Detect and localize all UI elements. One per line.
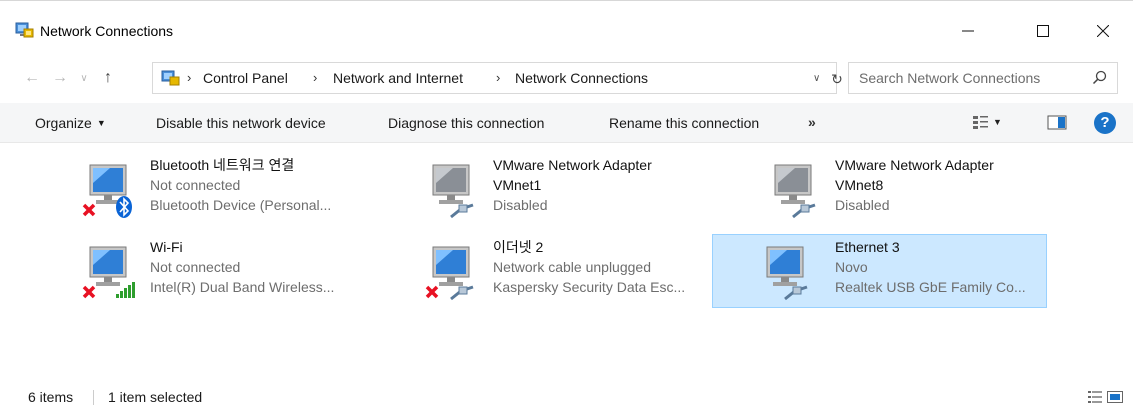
disconnected-x-icon xyxy=(425,285,439,299)
connection-device: Intel(R) Dual Band Wireless... xyxy=(150,279,335,295)
breadcrumb-separator-icon: › xyxy=(313,70,318,85)
up-arrow-icon[interactable]: ↑ xyxy=(96,66,120,90)
connection-name: VMware Network Adapter xyxy=(835,157,994,173)
connection-status: Not connected xyxy=(150,177,241,193)
search-input[interactable]: Search Network Connections xyxy=(859,70,1040,86)
more-commands-button[interactable]: » xyxy=(808,114,816,130)
network-cable-icon xyxy=(792,203,816,219)
network-adapter-icon xyxy=(78,243,138,303)
connection-name-line2: VMnet1 xyxy=(493,177,542,193)
rename-connection-button[interactable]: Rename this connection xyxy=(609,115,759,131)
selection-count: 1 item selected xyxy=(108,389,203,405)
connection-status: Disabled xyxy=(493,197,548,213)
connection-name: Bluetooth 네트워크 연결 xyxy=(150,157,295,173)
connection-item-vmnet8[interactable]: VMware Network Adapter VMnet8 Disabled xyxy=(755,153,1090,227)
connection-status: Not connected xyxy=(150,259,241,275)
maximize-button[interactable] xyxy=(1020,13,1066,49)
status-divider xyxy=(93,390,94,405)
command-bar: Organize ▼ Disable this network device Di… xyxy=(0,103,1133,143)
status-bar: 6 items 1 item selected xyxy=(0,387,1133,407)
network-adapter-icon xyxy=(421,243,481,303)
breadcrumb-network-connections[interactable]: Network Connections xyxy=(515,70,648,86)
connections-view: Bluetooth 네트워크 연결 Not connected Bluetoot… xyxy=(0,143,1133,383)
window-title: Network Connections xyxy=(40,23,174,39)
connection-status: Novo xyxy=(835,259,868,275)
network-cable-icon xyxy=(784,285,808,301)
help-icon[interactable]: ? xyxy=(1094,112,1116,134)
connection-device: Kaspersky Security Data Esc... xyxy=(493,279,686,295)
connection-status: Network cable unplugged xyxy=(493,259,651,275)
disable-device-button[interactable]: Disable this network device xyxy=(156,115,326,131)
breadcrumb-control-panel[interactable]: Control Panel xyxy=(203,70,288,86)
connection-item-wifi[interactable]: Wi-Fi Not connected Intel(R) Dual Band W… xyxy=(70,235,405,309)
connection-name: Wi-Fi xyxy=(150,239,183,255)
large-icons-view-icon[interactable] xyxy=(1107,390,1123,404)
connection-device: Realtek USB GbE Family Co... xyxy=(835,279,1026,295)
network-cable-icon xyxy=(450,285,474,301)
connection-name-line2: VMnet8 xyxy=(835,177,884,193)
organize-button[interactable]: Organize ▼ xyxy=(35,115,106,131)
search-box[interactable]: Search Network Connections xyxy=(848,62,1118,94)
organize-label: Organize xyxy=(35,115,92,131)
breadcrumb-separator-icon: › xyxy=(187,70,192,85)
preview-pane-icon[interactable] xyxy=(1047,114,1067,132)
disconnected-x-icon xyxy=(82,285,96,299)
item-count: 6 items xyxy=(28,389,74,405)
forward-arrow-icon[interactable]: → xyxy=(48,66,72,90)
breadcrumb-separator-icon: › xyxy=(496,70,501,85)
connection-item-vmnet1[interactable]: VMware Network Adapter VMnet1 Disabled xyxy=(413,153,748,227)
connection-name: VMware Network Adapter xyxy=(493,157,652,173)
close-button[interactable] xyxy=(1080,13,1126,49)
connection-name: 이더넷 2 xyxy=(493,239,544,255)
address-row: ← → ∨ ↑ › Control Panel › Network and In… xyxy=(0,58,1133,100)
address-dropdown-chevron-icon[interactable]: ∨ xyxy=(813,73,820,84)
refresh-icon[interactable]: ↻ xyxy=(829,67,845,91)
title-bar: Network Connections xyxy=(0,0,1133,58)
change-view-icon[interactable] xyxy=(972,114,990,132)
connection-item-ethernet-3[interactable]: Ethernet 3 Novo Realtek USB GbE Family C… xyxy=(712,234,1047,308)
address-bar[interactable]: › Control Panel › Network and Internet ›… xyxy=(152,62,843,94)
search-icon[interactable] xyxy=(1092,70,1108,86)
disconnected-x-icon xyxy=(82,203,96,217)
diagnose-connection-button[interactable]: Diagnose this connection xyxy=(388,115,544,131)
connection-status: Disabled xyxy=(835,197,890,213)
connection-name: Ethernet 3 xyxy=(835,239,900,255)
view-dropdown-icon[interactable]: ▼ xyxy=(993,117,1002,127)
recent-locations-chevron-icon[interactable]: ∨ xyxy=(76,66,92,90)
network-adapter-icon xyxy=(755,243,815,303)
connection-item-bluetooth[interactable]: Bluetooth 네트워크 연결 Not connected Bluetoot… xyxy=(70,153,405,227)
minimize-button[interactable] xyxy=(945,13,991,49)
details-view-icon[interactable] xyxy=(1088,390,1102,404)
back-arrow-icon[interactable]: ← xyxy=(20,66,44,90)
organize-dropdown-icon: ▼ xyxy=(96,118,106,128)
control-panel-icon xyxy=(161,69,181,89)
network-cable-icon xyxy=(450,203,474,219)
network-adapter-icon xyxy=(763,161,823,221)
bluetooth-icon xyxy=(116,196,132,218)
breadcrumb-network-and-internet[interactable]: Network and Internet xyxy=(333,70,463,86)
connection-item-ethernet-2[interactable]: 이더넷 2 Network cable unplugged Kaspersky … xyxy=(413,235,748,309)
network-adapter-icon xyxy=(78,161,138,221)
network-adapter-icon xyxy=(421,161,481,221)
connection-device: Bluetooth Device (Personal... xyxy=(150,197,332,213)
network-connections-icon xyxy=(15,21,35,41)
